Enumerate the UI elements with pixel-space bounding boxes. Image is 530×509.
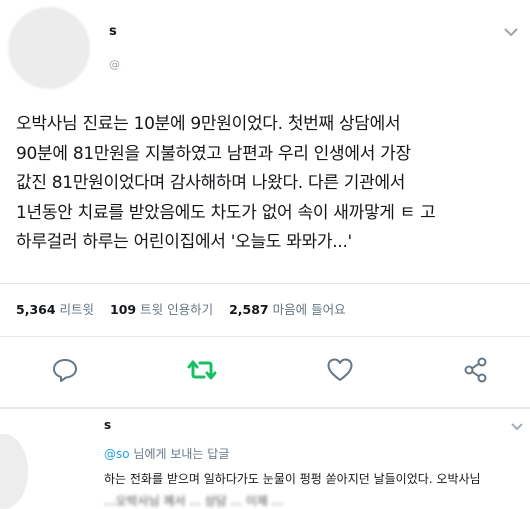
like-count[interactable]: 2,587 [229, 302, 269, 317]
reply-to-line: @so 님에게 보내는 답글 [104, 445, 229, 462]
reply-to-handle[interactable]: @so [104, 447, 130, 461]
retweet-icon [187, 360, 217, 380]
tweet-actions [0, 352, 530, 392]
reply-text: 하는 전화를 받으며 일하다가도 눈물이 펑펑 쏟아지던 날들이었다. 오박사님 [104, 472, 481, 486]
avatar[interactable] [8, 7, 90, 89]
heart-icon [327, 358, 353, 381]
reply-button[interactable] [47, 352, 83, 388]
chevron-down-icon[interactable] [503, 26, 519, 38]
like-label[interactable]: 마음에 들어요 [273, 302, 346, 317]
chevron-down-icon[interactable] [510, 422, 524, 432]
tweet-text-line: 90분에 81만원을 지불하였고 남편과 우리 인생에서 가장 [16, 143, 411, 164]
comment-icon [53, 359, 77, 382]
tweet-text: 오박사님 진료는 10분에 9만원이었다. 첫번째 상담에서 90분에 81만원… [16, 110, 521, 258]
tweet: s @ 오박사님 진료는 10분에 9만원이었다. 첫번째 상담에서 90분에 … [0, 0, 530, 409]
tweet-text-line: 값진 81만원이었다며 감사해하며 나왔다. 다른 기관에서 [16, 173, 406, 193]
user-handle[interactable]: @ [109, 58, 120, 71]
avatar[interactable] [0, 434, 28, 509]
share-button[interactable] [458, 352, 494, 388]
tweet-text-line: 하루걸러 하루는 어린이집에서 '오늘도 뫄뫄가...' [16, 232, 352, 252]
tweet-stats: 5,364 리트윗 109 트윗 인용하기 2,587 마음에 들어요 [16, 299, 346, 318]
quote-count[interactable]: 109 [110, 302, 136, 317]
reply-user-name[interactable]: s [104, 418, 111, 432]
divider [0, 283, 530, 284]
tweet-text-line: 오박사님 진료는 10분에 9만원이었다. 첫번째 상담에서 [16, 114, 401, 134]
share-icon [464, 357, 487, 383]
tweet-text-line: 1년동안 치료를 받았음에도 차도가 없어 속이 새까맣게 ㅌ 고 [16, 202, 436, 223]
user-name[interactable]: s [109, 24, 117, 39]
reply-to-suffix: 님에게 보내는 답글 [129, 447, 230, 461]
quote-label[interactable]: 트윗 인용하기 [140, 302, 213, 317]
like-button[interactable] [322, 352, 358, 388]
retweet-count[interactable]: 5,364 [16, 302, 56, 317]
retweet-button[interactable] [183, 352, 219, 388]
reply-tweet[interactable]: s @so 님에게 보내는 답글 하는 전화를 받으며 일하다가도 눈물이 펑펑… [0, 408, 530, 509]
divider [0, 336, 530, 337]
retweet-label[interactable]: 리트윗 [60, 302, 95, 317]
